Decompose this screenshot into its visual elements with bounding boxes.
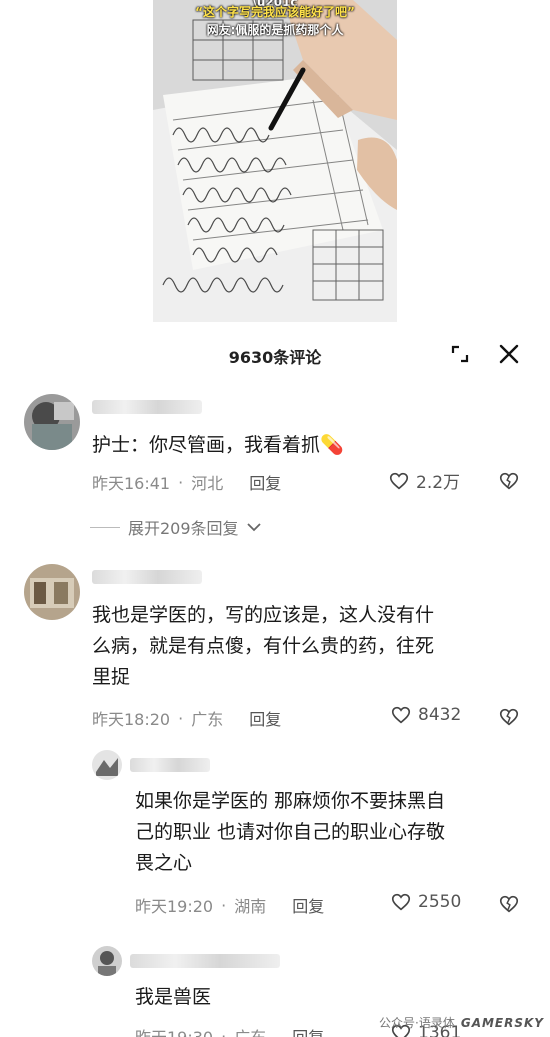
comment-text: 我也是学医的，写的应该是，这人没有什 么病，就是有点傻，有什么贵的药，往死 里捉 <box>92 604 435 688</box>
heart-icon <box>391 893 411 911</box>
watermark-brand: GAMERSKY <box>460 1015 544 1030</box>
like-count: 2.2万 <box>416 473 461 493</box>
comment-location: 河北 <box>191 474 224 493</box>
expand-replies-button[interactable]: 展开209条回复 <box>90 515 261 539</box>
reply-location: 湖南 <box>234 897 267 916</box>
broken-heart-icon[interactable] <box>498 706 520 728</box>
meta-separator: · <box>221 895 227 915</box>
username-blurred[interactable] <box>130 954 280 968</box>
video-frame[interactable]: \u201c “这个字写完我应该能好了吧” 网友:佩服的是抓药那个人 <box>153 0 397 330</box>
reply-text: 我是兽医 <box>135 986 212 1008</box>
comment-location: 广东 <box>191 710 224 729</box>
reply-time: 昨天19:30 <box>135 1024 213 1037</box>
like-button[interactable]: 2550 <box>390 891 461 913</box>
like-button[interactable]: 2.2万 <box>388 468 460 493</box>
reply-meta: 昨天19:30 · 广东 回复 <box>135 1024 324 1037</box>
reply-text: 如果你是学医的 那麻烦你不要抹黑自 己的职业 也请对你自己的职业心存敬 畏之心 <box>135 790 446 874</box>
username-blurred[interactable] <box>92 400 202 414</box>
reply-meta: 昨天19:20 · 湖南 回复 <box>135 893 324 917</box>
username-blurred[interactable] <box>130 758 210 772</box>
video-caption-comment: 网友:佩服的是抓药那个人 <box>206 23 344 37</box>
comment-text: 护士：你尽管画，我看着抓💊 <box>92 434 344 456</box>
divider-line <box>90 526 120 528</box>
meta-separator: · <box>221 1026 227 1037</box>
avatar[interactable] <box>92 946 122 976</box>
meta-separator: · <box>178 708 184 728</box>
video-area: \u201c “这个字写完我应该能好了吧” 网友:佩服的是抓药那个人 <box>0 0 550 330</box>
comments-sheet: 9630条评论 护士：你尽管画，我看着抓💊 昨天16:41 · 河北 回复 2.… <box>0 322 550 1037</box>
close-icon[interactable] <box>497 342 521 366</box>
reply-button[interactable]: 回复 <box>292 893 324 917</box>
like-count: 8432 <box>418 705 462 725</box>
heart-icon <box>389 472 409 489</box>
avatar[interactable] <box>24 564 80 620</box>
avatar[interactable] <box>24 394 80 450</box>
collapse-icon[interactable] <box>450 344 470 364</box>
heart-icon <box>391 706 411 724</box>
reply-time: 昨天19:20 <box>135 897 214 916</box>
comment-meta: 昨天18:20 · 广东 回复 <box>92 706 281 730</box>
broken-heart-icon[interactable] <box>498 470 520 492</box>
comment-time: 昨天16:41 <box>92 474 171 493</box>
broken-heart-icon[interactable] <box>498 893 520 915</box>
like-count: 2550 <box>418 892 462 912</box>
username-blurred[interactable] <box>92 570 202 584</box>
comment-meta: 昨天16:41 · 河北 回复 <box>92 470 281 494</box>
comment-time: 昨天18:20 <box>92 710 171 729</box>
video-caption-quote: “这个字写完我应该能好了吧” <box>195 5 355 19</box>
reply-button[interactable]: 回复 <box>249 470 281 494</box>
meta-separator: · <box>178 472 184 492</box>
prescription-image <box>153 0 397 330</box>
avatar[interactable] <box>92 750 122 780</box>
watermark-source: 公众号·语录体 <box>379 1016 455 1030</box>
expand-label: 展开209条回复 <box>128 519 239 538</box>
pill-emoji: 💊 <box>320 434 344 456</box>
like-button[interactable]: 8432 <box>390 704 461 726</box>
reply-button[interactable]: 回复 <box>292 1024 324 1037</box>
chevron-down-icon <box>246 523 261 532</box>
watermark: 公众号·语录体 GAMERSKY <box>379 1014 544 1031</box>
reply-button[interactable]: 回复 <box>249 706 281 730</box>
reply-location: 广东 <box>234 1024 266 1037</box>
